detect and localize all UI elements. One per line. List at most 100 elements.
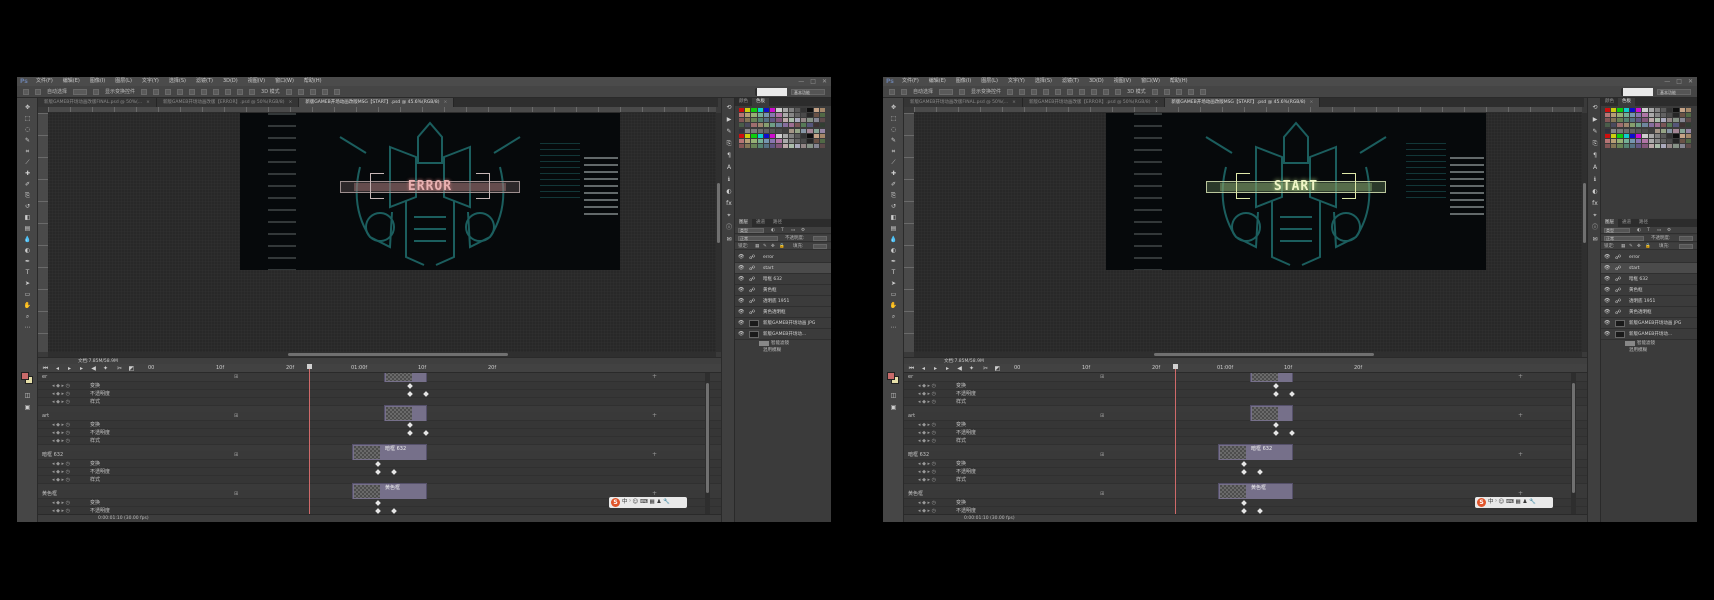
clone-source-icon[interactable]: ⎘ <box>1591 140 1599 147</box>
path-select-icon[interactable]: ➤ <box>23 280 32 287</box>
timeline-clip[interactable]: 暗框 632 <box>352 444 427 461</box>
eyedropper-tool-icon[interactable]: ⟋ <box>23 159 32 166</box>
color-swatch[interactable] <box>788 128 794 133</box>
visibility-eye-icon[interactable]: 👁 <box>1604 263 1610 274</box>
swatches-tab[interactable]: 色板 <box>752 98 769 106</box>
color-swatch[interactable] <box>757 133 763 138</box>
visibility-eye-icon[interactable]: 👁 <box>1604 252 1610 263</box>
transition-icon[interactable]: ◩ <box>994 365 1001 372</box>
color-swatch[interactable] <box>776 128 782 133</box>
color-swatch[interactable] <box>745 123 751 128</box>
color-swatch[interactable] <box>751 133 757 138</box>
layer-item[interactable]: 👁 ☍ 黄色框 <box>735 285 831 296</box>
color-swatch[interactable] <box>801 133 807 138</box>
document-tab[interactable]: 新版GAMEB开场动画改版FINAL.psd @ 50%(... × <box>38 98 157 107</box>
color-swatch[interactable] <box>807 138 813 143</box>
timeline-clip[interactable]: 黄色框 <box>1218 483 1293 500</box>
color-swatch[interactable] <box>770 143 776 148</box>
menu-item[interactable]: 3D(D) <box>1084 77 1109 86</box>
color-swatch[interactable] <box>1623 118 1629 123</box>
timeline-property-row[interactable]: ◂ ◆ ▸ ◷ 变换 <box>38 382 721 390</box>
color-swatch[interactable] <box>1679 118 1685 123</box>
actions-panel-icon[interactable]: ▶ <box>725 116 733 123</box>
menu-item[interactable]: 编辑(E) <box>924 77 951 86</box>
align-center-icon[interactable] <box>1055 88 1062 95</box>
layers-panel-tab[interactable]: 图层 <box>1601 219 1618 227</box>
menu-item[interactable]: 选择(S) <box>164 77 191 86</box>
artboard[interactable]: START <box>1106 113 1486 270</box>
distribute-v-icon[interactable] <box>1103 88 1110 95</box>
color-swatch[interactable] <box>819 128 825 133</box>
color-swatch[interactable] <box>794 133 801 138</box>
document-tab[interactable]: 新版GAMEB开场动画改版MSG【START】.psd @ 45.6%(RGB/… <box>299 98 455 107</box>
visibility-eye-icon[interactable]: 👁 <box>1604 329 1610 340</box>
healing-tool-icon[interactable]: ✚ <box>23 170 32 177</box>
color-swatch[interactable] <box>788 108 794 112</box>
color-swatch[interactable] <box>1660 133 1667 138</box>
color-swatch[interactable] <box>751 143 757 148</box>
color-swatch[interactable] <box>763 138 770 143</box>
close-tab-icon[interactable]: × <box>1012 100 1016 105</box>
color-swatch[interactable] <box>1673 123 1679 128</box>
keyframe-nav-icon[interactable]: ◂ ◆ ▸ ◷ <box>52 476 70 484</box>
color-swatch[interactable] <box>801 128 807 133</box>
color-swatch[interactable] <box>1629 128 1636 133</box>
color-swatch[interactable] <box>739 138 745 143</box>
color-swatch[interactable] <box>1660 113 1667 118</box>
swatches-tab[interactable]: 颜色 <box>1601 98 1618 106</box>
color-swatch[interactable] <box>1648 123 1654 128</box>
color-swatch[interactable] <box>782 123 788 128</box>
timeline-ruler[interactable]: 00 10f 20f 01:00f 10f 20f <box>146 364 721 373</box>
timeline-ruler[interactable]: 00 10f 20f 01:00f 10f 20f <box>1012 364 1587 373</box>
playhead[interactable] <box>1175 364 1176 522</box>
color-swatch[interactable] <box>776 143 782 148</box>
move-tool-icon[interactable] <box>889 88 895 95</box>
keyframe-nav-icon[interactable]: ◂ ◆ ▸ ◷ <box>52 468 70 476</box>
keyframe-nav-icon[interactable]: ◂ ◆ ▸ ◷ <box>918 437 936 445</box>
menu-item[interactable]: 视图(V) <box>1109 77 1136 86</box>
color-swatch[interactable] <box>1667 138 1673 143</box>
color-swatch[interactable] <box>819 108 825 112</box>
play-icon[interactable]: ▸ <box>932 365 939 372</box>
roll-3d-icon[interactable] <box>1163 88 1170 95</box>
eyedropper-tool-icon[interactable]: ⟋ <box>889 159 898 166</box>
keyframe-nav-icon[interactable]: ◂ ◆ ▸ ◷ <box>918 429 936 437</box>
color-swatch[interactable] <box>1629 133 1636 138</box>
color-swatch[interactable] <box>1642 138 1648 143</box>
layers-panel-tab[interactable]: 通道 <box>752 219 769 227</box>
color-swatch[interactable] <box>1605 138 1611 143</box>
color-swatch[interactable] <box>1673 133 1679 138</box>
more-tools-icon[interactable]: ⋯ <box>889 324 898 331</box>
color-swatch[interactable] <box>1679 113 1685 118</box>
adjustments-panel-icon[interactable]: ◐ <box>725 188 733 195</box>
ime-toolbar[interactable]: S 中 ⁾ ☺ ⌨ ▦ ♟ 🔧 <box>609 497 687 508</box>
color-swatch[interactable] <box>801 143 807 148</box>
close-icon[interactable]: ✕ <box>822 77 827 86</box>
brush-panel-icon[interactable]: ✎ <box>725 128 733 135</box>
color-swatch[interactable] <box>788 133 794 138</box>
color-swatch[interactable] <box>739 143 745 148</box>
color-swatch[interactable] <box>1617 128 1623 133</box>
color-swatch[interactable] <box>1648 118 1654 123</box>
color-swatch[interactable] <box>1648 143 1654 148</box>
color-swatch[interactable] <box>813 108 819 112</box>
color-swatch[interactable] <box>1617 113 1623 118</box>
keyframe-nav-icon[interactable]: ◂ ◆ ▸ ◷ <box>52 499 70 507</box>
color-swatch[interactable] <box>770 123 776 128</box>
move-tool-icon[interactable] <box>23 88 29 95</box>
lock-option-icon[interactable]: ▦ <box>1621 243 1625 250</box>
color-swatch[interactable] <box>770 128 776 133</box>
color-swatch[interactable] <box>1648 133 1654 138</box>
character-panel-icon[interactable]: A <box>725 164 733 171</box>
visibility-eye-icon[interactable]: 👁 <box>1604 274 1610 285</box>
color-swatch[interactable] <box>751 113 757 118</box>
eraser-tool-icon[interactable]: ◧ <box>889 214 898 221</box>
info-panel-icon[interactable]: ⓘ <box>725 224 733 231</box>
opacity-field[interactable] <box>813 236 827 241</box>
clone-tool-icon[interactable]: ⎘ <box>23 192 32 199</box>
color-swatch[interactable] <box>1611 143 1617 148</box>
menu-item[interactable]: 图层(L) <box>110 77 137 86</box>
vscroll-thumb[interactable] <box>1583 183 1586 243</box>
color-swatch[interactable] <box>751 123 757 128</box>
color-swatch[interactable] <box>739 133 745 138</box>
